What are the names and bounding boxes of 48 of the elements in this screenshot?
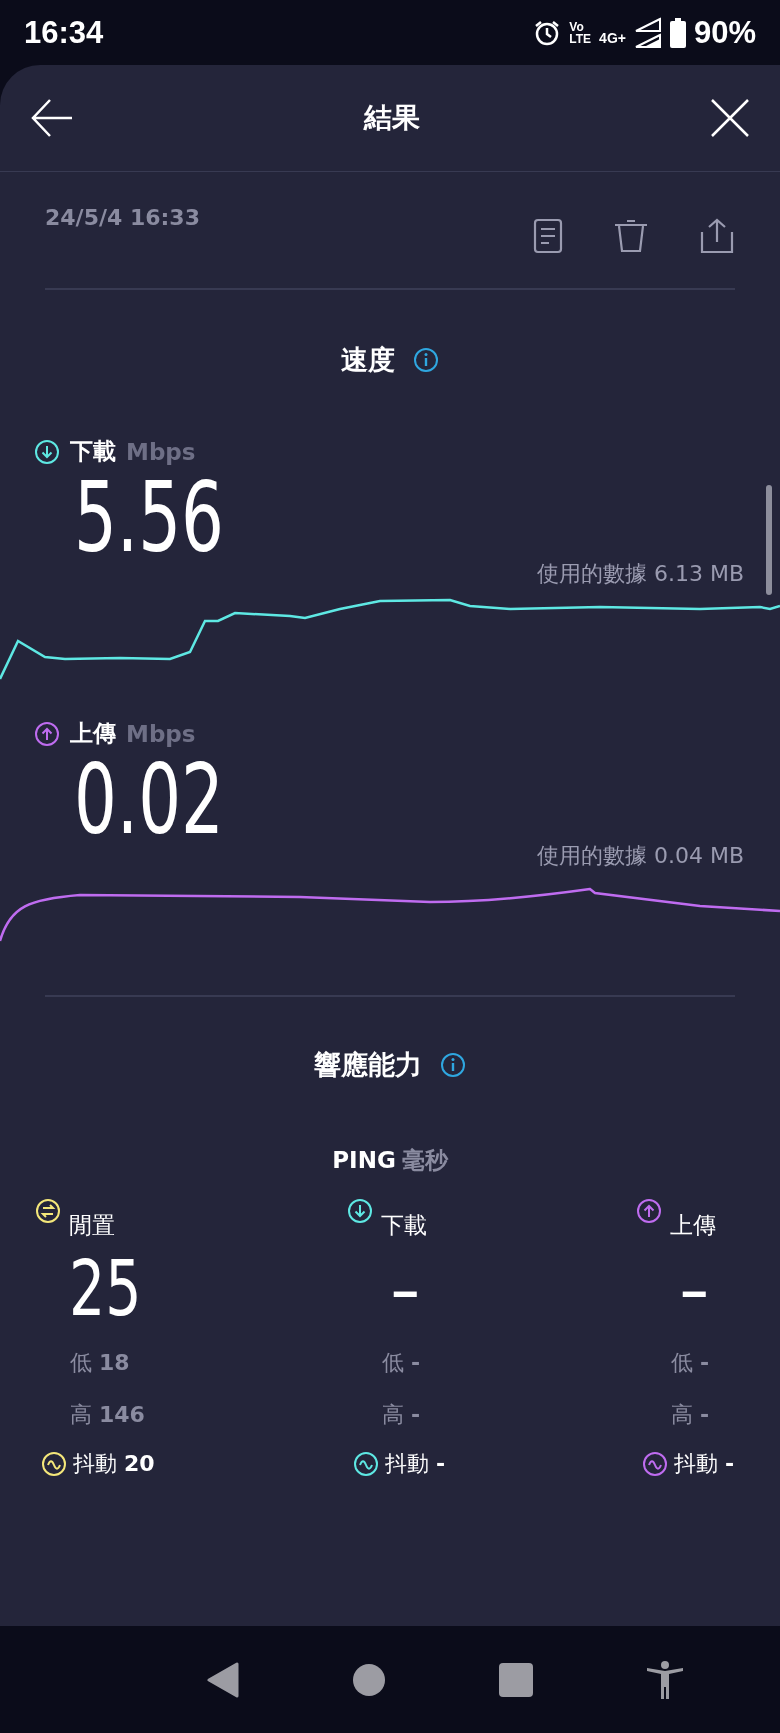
low-value: 低 - — [382, 1349, 422, 1377]
network-type: 4G+ — [599, 29, 626, 46]
document-icon[interactable] — [533, 218, 563, 254]
unit-label: Mbps — [126, 438, 196, 465]
battery-icon — [669, 17, 686, 48]
jitter-value: 抖動 - — [385, 1450, 446, 1478]
wave-icon — [642, 1451, 668, 1477]
ping-label: PING — [332, 1147, 396, 1173]
status-time: 16:34 — [24, 14, 104, 51]
data-used-text: 使用的數據 6.13 MB — [536, 560, 744, 588]
ping-value: – — [680, 1243, 710, 1335]
wave-icon — [353, 1451, 379, 1477]
accessibility-icon[interactable] — [647, 1660, 683, 1699]
jitter-value: 抖動 20 — [73, 1450, 155, 1478]
trash-icon[interactable] — [613, 218, 649, 254]
signal-icon — [633, 16, 662, 49]
share-icon[interactable] — [699, 218, 735, 254]
section-title: 速度 — [341, 343, 395, 377]
speed-value: 5.56 — [74, 467, 224, 569]
high-value: 高 - — [382, 1401, 422, 1429]
high-value: 高 146 — [70, 1401, 146, 1429]
speed-value: 0.02 — [74, 749, 224, 851]
metric-label: 上傳 — [70, 719, 116, 748]
back-nav-icon[interactable] — [207, 1661, 239, 1698]
volte-indicator: Vo LTE — [569, 20, 592, 45]
recents-nav-icon[interactable] — [499, 1662, 533, 1697]
home-nav-icon[interactable] — [353, 1663, 385, 1696]
page-title: 結果 — [364, 100, 420, 136]
data-used-text: 使用的數據 0.04 MB — [536, 842, 744, 870]
ping-type-label: 上傳 — [670, 1211, 716, 1240]
ping-value: 25 — [69, 1243, 143, 1335]
low-value: 低 - — [671, 1349, 711, 1377]
jitter-value: 抖動 - — [674, 1450, 735, 1478]
metric-label: 下載 — [70, 437, 116, 466]
high-value: 高 - — [671, 1401, 711, 1429]
result-date: 24/5/4 16:33 — [45, 205, 200, 230]
info-icon[interactable] — [413, 347, 439, 373]
low-value: 低 18 — [70, 1349, 131, 1377]
close-button[interactable] — [710, 98, 750, 138]
wave-icon — [41, 1451, 67, 1477]
unit-label: Mbps — [126, 720, 196, 747]
unit-label: 毫秒 — [401, 1147, 448, 1173]
section-title: 響應能力 — [314, 1048, 422, 1082]
battery-percent: 90% — [693, 14, 756, 51]
ping-value: – — [391, 1243, 421, 1335]
info-icon[interactable] — [440, 1052, 466, 1078]
ping-type-label: 下載 — [381, 1211, 427, 1240]
ping-type-label: 閒置 — [69, 1211, 115, 1240]
